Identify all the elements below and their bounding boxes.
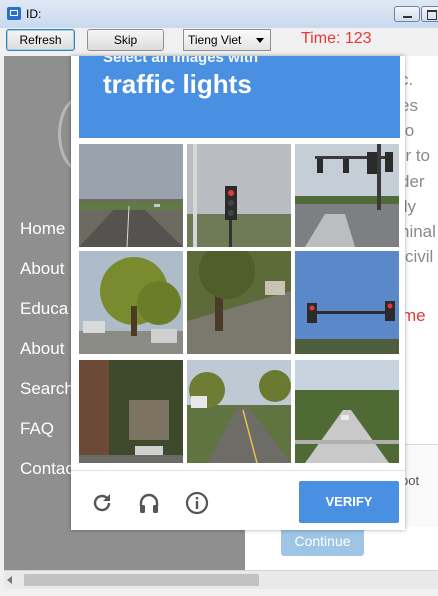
- tile-image-tree-driveway: [187, 251, 291, 354]
- skip-button[interactable]: Skip: [87, 29, 164, 51]
- tile-image-tree-parking-lot: [79, 251, 183, 354]
- tile-image-highway: [79, 144, 183, 247]
- captcha-tile[interactable]: [79, 251, 183, 354]
- captcha-instruction: Select all images with: [103, 56, 259, 66]
- verify-button[interactable]: VERIFY: [299, 481, 399, 523]
- captcha-tile[interactable]: [79, 360, 183, 463]
- reload-icon[interactable]: [90, 491, 114, 515]
- captcha-tile[interactable]: [187, 251, 291, 354]
- sidebar-item-contact[interactable]: Contac: [20, 459, 74, 479]
- refresh-button[interactable]: Refresh: [6, 29, 75, 51]
- sidebar-item-home[interactable]: Home: [20, 219, 65, 239]
- captcha-footer: VERIFY: [71, 470, 405, 531]
- captcha-tile[interactable]: [295, 251, 399, 354]
- tile-image-brick-building-driveway: [79, 360, 183, 463]
- headphones-icon[interactable]: [137, 491, 161, 515]
- timer-text: Time: 123: [301, 30, 372, 47]
- bg-text-line-red: me: [402, 306, 426, 325]
- window-titlebar: ID:: [0, 0, 438, 29]
- toolbar: Refresh Skip Tieng Viet Time: 123: [0, 28, 438, 56]
- tile-image-suburban-road: [187, 360, 291, 463]
- info-icon[interactable]: [185, 491, 209, 515]
- bg-text-line: civil: [405, 247, 434, 266]
- tile-image-traffic-light-sky: [295, 251, 399, 354]
- chevron-down-icon: [256, 38, 264, 43]
- window-title: ID:: [26, 7, 42, 21]
- sidebar-item-about[interactable]: About: [20, 259, 64, 279]
- sidebar-item-search[interactable]: Search: [20, 379, 74, 399]
- maximize-button[interactable]: [421, 6, 438, 22]
- scroll-left-icon[interactable]: [7, 576, 12, 584]
- language-select[interactable]: Tieng Viet: [183, 29, 271, 51]
- sidebar-item-education[interactable]: Educa: [20, 299, 68, 319]
- horizontal-scrollbar[interactable]: [4, 570, 438, 589]
- minimize-button[interactable]: [394, 6, 420, 22]
- bg-text-line: ninal: [400, 222, 436, 241]
- tile-image-intersection-signals: [295, 144, 399, 247]
- scrollbar-thumb[interactable]: [24, 574, 259, 586]
- captcha-tile[interactable]: [187, 360, 291, 463]
- tile-image-traffic-light-closeup: [187, 144, 291, 247]
- captcha-target: traffic lights: [103, 69, 252, 99]
- captcha-tile[interactable]: [187, 144, 291, 247]
- captcha-tile[interactable]: [295, 360, 399, 463]
- captcha-tile[interactable]: [295, 144, 399, 247]
- language-select-value: Tieng Viet: [188, 33, 242, 47]
- captcha-header: Select all images with traffic lights: [79, 56, 400, 138]
- captcha-dialog: Select all images with traffic lights VE…: [71, 56, 405, 530]
- sidebar-item-faq[interactable]: FAQ: [20, 419, 54, 439]
- app-icon: [7, 7, 21, 20]
- captcha-tile[interactable]: [79, 144, 183, 247]
- sidebar-item-about-2[interactable]: About: [20, 339, 64, 359]
- tile-image-bridge-road: [295, 360, 399, 463]
